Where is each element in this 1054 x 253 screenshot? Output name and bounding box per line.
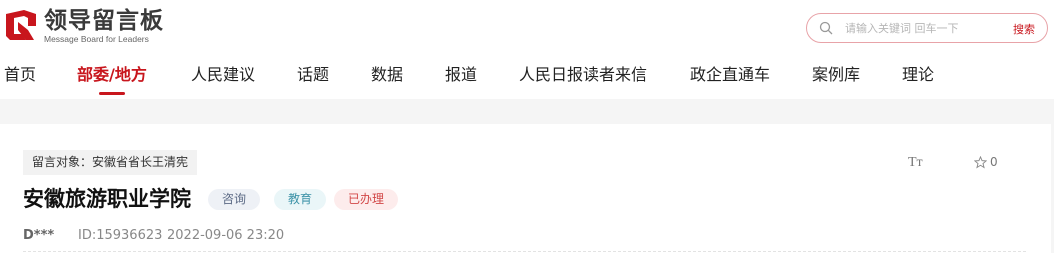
main-nav: 首页 部委/地方 人民建议 话题 数据 报道 人民日报读者来信 政企直通车 案例… <box>0 62 1054 96</box>
search-icon[interactable] <box>819 21 833 35</box>
star-icon <box>974 155 987 169</box>
nav-item-data[interactable]: 数据 <box>371 62 403 88</box>
message-time: 2022-09-06 23:20 <box>167 228 285 243</box>
category-badge: 教育 <box>274 189 327 210</box>
status-badge: 已办理 <box>334 189 399 210</box>
nav-item-case-library[interactable]: 案例库 <box>812 62 860 88</box>
nav-item-home[interactable]: 首页 <box>4 62 36 88</box>
type-badge: 咨询 <box>208 189 261 210</box>
nav-item-reports[interactable]: 报道 <box>445 62 477 88</box>
section-divider <box>0 99 1054 124</box>
logo-title: 领导留言板 <box>44 8 164 34</box>
nav-item-theory[interactable]: 理论 <box>902 62 934 88</box>
search-button[interactable]: 搜索 <box>1013 21 1035 37</box>
nav-item-ministries-local[interactable]: 部委/地方 <box>77 62 147 95</box>
favorite-button[interactable]: 0 <box>974 155 998 169</box>
font-size-button[interactable]: Tт <box>908 155 923 171</box>
message-id: ID:15936623 <box>78 228 163 243</box>
nav-item-label: 部委/地方 <box>77 65 147 84</box>
favorite-count: 0 <box>990 155 998 169</box>
message-title: 安徽旅游职业学院 <box>23 187 191 211</box>
divider-line <box>23 251 1026 252</box>
search-box: 搜索 <box>806 13 1048 43</box>
logo-subtitle: Message Board for Leaders <box>44 34 149 44</box>
nav-item-reader-letters[interactable]: 人民日报读者来信 <box>519 62 647 88</box>
message-author: D*** <box>23 228 55 243</box>
message-target: 留言对象：安徽省省长王清宪 <box>23 150 198 175</box>
search-input[interactable] <box>843 20 997 36</box>
nav-item-enterprise-express[interactable]: 政企直通车 <box>690 62 770 88</box>
logo-text: 领导留言板 Message Board for Leaders <box>44 8 164 44</box>
active-nav-indicator <box>98 92 125 95</box>
logo-mark-icon <box>6 10 36 40</box>
nav-item-topics[interactable]: 话题 <box>297 62 329 88</box>
nav-item-suggestions[interactable]: 人民建议 <box>191 62 255 88</box>
site-logo[interactable]: 领导留言板 Message Board for Leaders <box>4 8 174 44</box>
